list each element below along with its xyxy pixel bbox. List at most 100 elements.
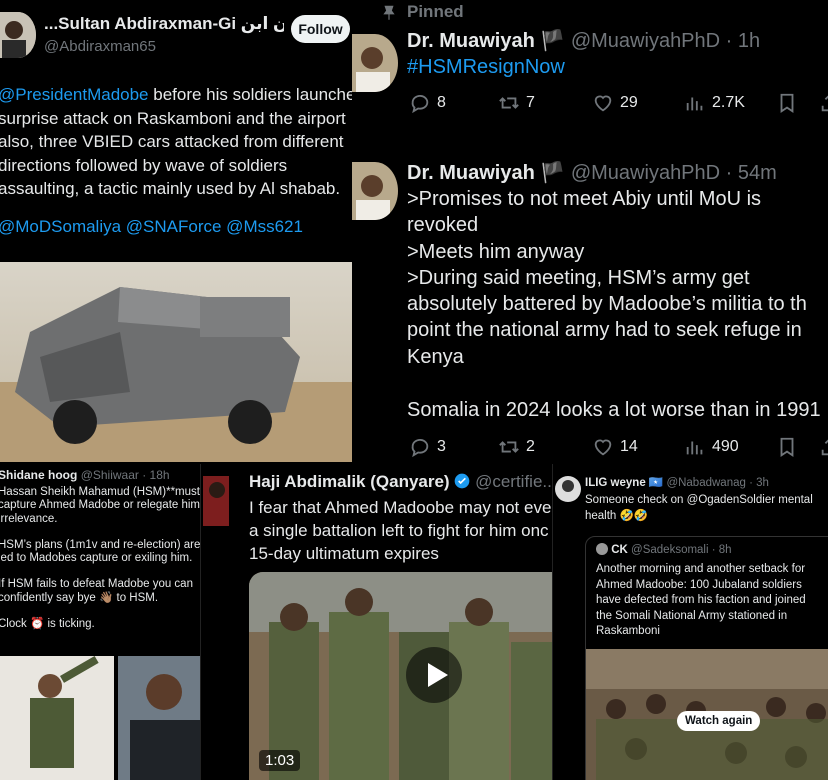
avatar[interactable] [0, 12, 36, 58]
play-icon [428, 663, 448, 687]
retweet-button[interactable]: 2 [498, 436, 535, 458]
tweet-text-line [0, 565, 210, 578]
pin-icon [380, 4, 398, 27]
avatar [596, 543, 608, 555]
avatar[interactable] [203, 476, 229, 526]
reply-button[interactable]: 8 [409, 92, 446, 114]
tweet-closing-text: Somalia in 2024 looks a lot worse than i… [407, 399, 821, 421]
share-button[interactable] [819, 92, 828, 114]
author-name[interactable]: Haji Abdimalik (Qanyare) [249, 472, 450, 491]
tweet-panel-haji: Haji Abdimalik (Qanyare) @certifie... I … [200, 464, 553, 780]
share-icon [821, 439, 828, 456]
tweet-text-line: assaulting, a tactic mainly used by Al s… [0, 179, 341, 198]
watch-again-button[interactable]: Watch again [677, 711, 761, 731]
retweet-button[interactable]: 7 [498, 92, 535, 114]
views-button[interactable]: 490 [684, 436, 739, 458]
bookmark-icon [780, 93, 794, 113]
author-handle-time[interactable]: @Nabadwanag · 3h [666, 477, 768, 489]
author-header: ILIG weyne 🇸🇴 @Nabadwanag · 3h [585, 475, 769, 489]
author-header: Shidane hoog @Shiiwaar · 18h [0, 468, 170, 482]
tweet-text-line: absolutely battered by Madoobe’s militia… [407, 293, 807, 316]
tweet-text-line: If HSM fails to defeat Madobe you can [0, 578, 193, 591]
retweet-count: 2 [526, 438, 535, 455]
video-player[interactable]: 1:03 [249, 572, 553, 780]
tweet-text: I fear that Ahmed Madoobe may not eve a … [249, 496, 551, 565]
share-icon [821, 95, 828, 112]
video-duration: 1:03 [259, 750, 301, 771]
view-count: 2.7K [712, 94, 745, 111]
tweet-text-line: a single battalion left to fight for him… [249, 521, 549, 540]
tweet-text-line: HSM’s plans (1m1v and re-election) are c [0, 538, 210, 551]
like-count: 14 [620, 438, 638, 455]
author-name[interactable]: ILIG weyne 🇸🇴 [585, 477, 663, 489]
tweet-text: >Promises to not meet Abiy until MoU is … [407, 186, 807, 370]
author-handle-time[interactable]: @MuawiyahPhD · 54m [571, 162, 777, 184]
author-handle-time[interactable]: @MuawiyahPhD · 1h [571, 30, 760, 52]
author-header: Dr. Muawiyah 🏴 @MuawiyahPhD · 1h [407, 28, 760, 53]
quoted-text-line: have defected from his faction and joine… [596, 594, 806, 606]
tweet-panel-pinned: Pinned Dr. Muawiyah 🏴 @MuawiyahPhD · 1h … [352, 0, 828, 138]
like-button[interactable]: 14 [592, 436, 638, 458]
views-button[interactable]: 2.7K [684, 92, 745, 114]
retweet-icon [499, 441, 519, 453]
quoted-author-handle-time[interactable]: @Sadeksomali · 8h [631, 544, 732, 556]
flag-icon: 🏴 [540, 30, 566, 52]
author-handle[interactable]: @Abdiraxman65 [44, 38, 156, 55]
follow-button[interactable]: Follow [291, 15, 350, 43]
quoted-text-line: Raskamboni [596, 625, 660, 637]
author-header: Dr. Muawiyah 🏴 @MuawiyahPhD · 54m [407, 160, 777, 185]
tweet-text-line: Hassan Sheikh Mahamud (HSM)**must* [0, 486, 205, 498]
author-handle-time[interactable]: @Shiiwaar · 18h [81, 468, 170, 482]
tweet-panel-muawiyah: Dr. Muawiyah 🏴 @MuawiyahPhD · 54m >Promi… [352, 140, 828, 462]
tweet-text: @PresidentMadobe before his soldiers lau… [0, 83, 352, 201]
reply-count: 3 [437, 438, 446, 455]
share-button[interactable] [819, 436, 828, 458]
tweet-text-line: irrelevance. [0, 512, 58, 525]
soldier-photo[interactable] [0, 656, 114, 780]
reply-count: 8 [437, 94, 446, 111]
tweet-text-line: >Meets him anyway [407, 240, 585, 263]
hashtag-link[interactable]: #HSMResignNow [407, 56, 565, 79]
tweet-text: Hassan Sheikh Mahamud (HSM)**must* captu… [0, 486, 210, 631]
author-name[interactable]: Shidane hoog [0, 468, 77, 482]
soldiers-group-photo[interactable]: Watch again [586, 649, 828, 780]
verified-icon [454, 472, 470, 491]
tweet-text-line: also, three VBIED cars attacked from dif… [0, 132, 344, 151]
like-count: 29 [620, 94, 638, 111]
bookmark-button[interactable] [776, 92, 798, 114]
tweet-text-line: >During said meeting, HSM’s army get [407, 266, 750, 289]
mention-links[interactable]: @MoDSomaliya @SNAForce @Mss621 [0, 217, 303, 237]
tweet-text-line: 15-day ultimatum expires [249, 544, 439, 563]
play-button[interactable] [406, 647, 462, 703]
reply-button[interactable]: 3 [409, 436, 446, 458]
tweet-text-line [0, 605, 210, 618]
quoted-text-line: the Somali National Army stationed in [596, 609, 788, 622]
tweet-text-line: I fear that Ahmed Madoobe may not eve [249, 498, 552, 517]
avatar[interactable] [352, 162, 398, 220]
avatar[interactable] [555, 476, 581, 502]
like-button[interactable]: 29 [592, 92, 638, 114]
quoted-text-line: Ahmed Madoobe: 100 Jubaland soldiers [596, 578, 802, 591]
author-name[interactable]: Dr. Muawiyah [407, 162, 535, 184]
quoted-author-name[interactable]: CK [611, 544, 628, 556]
tweet-text-line: surprise attack on Raskamboni and the ai… [0, 108, 346, 128]
mention-link[interactable]: @PresidentMadobe [0, 85, 149, 104]
tweet-panel-sultan: ...Sultan Abdiraxman-Gi سلطان ابن @Abdir… [0, 0, 352, 462]
bookmark-button[interactable] [776, 436, 798, 458]
views-icon [686, 441, 703, 455]
man-in-suit-photo[interactable] [118, 656, 210, 780]
tweet-text-line: ied to Madobes capture or exiling him. [0, 552, 193, 565]
avatar[interactable] [352, 34, 398, 92]
tweet-text-line: point the national army had to seek refu… [407, 319, 802, 342]
quoted-tweet[interactable]: CK @Sadeksomali · 8h Another morning and… [585, 536, 828, 780]
pinned-label: Pinned [407, 2, 464, 21]
views-icon [686, 97, 703, 111]
author-name[interactable]: Dr. Muawiyah [407, 30, 535, 52]
author-handle[interactable]: @certifie... [475, 472, 553, 491]
quoted-tweet-text: Another morning and another setback for … [596, 562, 806, 640]
reply-icon [411, 438, 429, 458]
author-header: Haji Abdimalik (Qanyare) @certifie... [249, 472, 553, 492]
author-name[interactable]: ...Sultan Abdiraxman-Gi سلطان ابن [44, 14, 284, 34]
vbied-vehicle-photo[interactable] [0, 262, 352, 462]
retweet-count: 7 [526, 94, 535, 111]
